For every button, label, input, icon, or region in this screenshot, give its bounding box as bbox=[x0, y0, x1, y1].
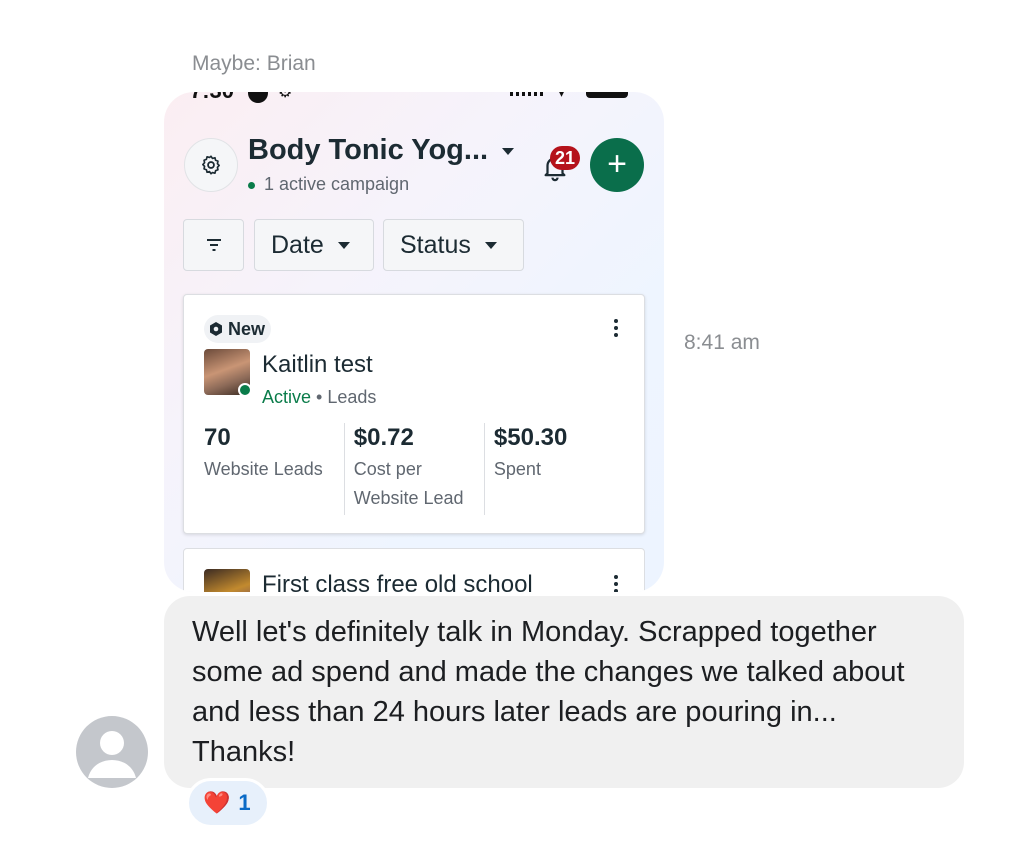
hexagon-icon bbox=[210, 322, 222, 336]
filter-button[interactable] bbox=[183, 219, 244, 271]
active-status-dot bbox=[238, 383, 252, 397]
heart-icon: ❤️ bbox=[203, 790, 231, 815]
recording-dot-icon bbox=[248, 92, 268, 103]
active-campaign-count: 1 active campaign bbox=[264, 174, 410, 194]
new-badge: New bbox=[204, 315, 272, 343]
shared-screenshot[interactable]: 7:30 ⚙ ▾ Body Tonic Yog... 1 active camp… bbox=[164, 92, 664, 592]
active-status-dot bbox=[248, 182, 255, 189]
more-options-icon[interactable] bbox=[614, 319, 618, 340]
campaign-type: Leads bbox=[327, 387, 377, 407]
status-time: 7:30 bbox=[190, 92, 234, 104]
battery-icon bbox=[586, 92, 628, 98]
campaign-status: Active bbox=[262, 387, 312, 407]
metric-cost-per-lead: $0.72 Cost per Website Lead bbox=[343, 423, 484, 515]
page-title[interactable]: Body Tonic Yog... bbox=[248, 134, 488, 167]
avatar[interactable] bbox=[76, 716, 148, 788]
reaction-pill[interactable]: ❤️ 1 bbox=[186, 778, 270, 828]
campaign-name[interactable]: Kaitlin test bbox=[262, 351, 373, 379]
date-filter-label: Date bbox=[271, 230, 324, 259]
campaign-metrics: 70 Website Leads $0.72 Cost per Website … bbox=[204, 423, 624, 515]
settings-button[interactable] bbox=[184, 138, 238, 192]
campaign-meta: Active • Leads bbox=[262, 387, 376, 408]
campaign-card-2[interactable]: First class free old school bbox=[183, 548, 645, 592]
message-text: Well let's definitely talk in Monday. Sc… bbox=[192, 616, 905, 768]
metric-label: Cost per Website Lead bbox=[353, 459, 464, 508]
reaction-count: 1 bbox=[238, 790, 251, 815]
filter-icon bbox=[206, 239, 221, 251]
metric-value: $50.30 bbox=[493, 424, 568, 451]
wifi-icon: ▾ bbox=[558, 92, 566, 100]
status-filter-label: Status bbox=[400, 230, 471, 259]
metric-value: 70 bbox=[204, 424, 231, 451]
meta-separator: • bbox=[316, 387, 323, 407]
status-bar: 7:30 ⚙ ▾ bbox=[164, 92, 664, 104]
caret-down-icon bbox=[337, 241, 350, 249]
message-bubble[interactable]: Well let's definitely talk in Monday. Sc… bbox=[164, 596, 964, 788]
campaign-card[interactable]: New Kaitlin test Active • Leads 70 Websi… bbox=[183, 294, 645, 534]
metric-spent: $50.30 Spent bbox=[483, 423, 624, 515]
sender-name: Maybe: Brian bbox=[192, 52, 316, 75]
notification-badge: 21 bbox=[550, 146, 580, 170]
more-options-icon[interactable] bbox=[614, 575, 618, 592]
caret-down-icon[interactable] bbox=[502, 148, 514, 155]
metric-label: Website Leads bbox=[204, 459, 323, 479]
campaign-name[interactable]: First class free old school bbox=[262, 571, 533, 592]
campaign-thumbnail bbox=[204, 569, 250, 592]
badge-label: New bbox=[228, 318, 266, 339]
gear-icon bbox=[202, 155, 220, 175]
create-button[interactable]: + bbox=[590, 138, 644, 192]
caret-down-icon bbox=[484, 241, 497, 249]
app-icon: ⚙ bbox=[278, 92, 293, 101]
message-timestamp: 8:41 am bbox=[684, 331, 760, 354]
date-filter-dropdown[interactable]: Date bbox=[254, 219, 374, 271]
default-person-icon bbox=[88, 731, 136, 778]
metric-value: $0.72 bbox=[353, 424, 414, 451]
signal-icon bbox=[510, 92, 544, 96]
status-filter-dropdown[interactable]: Status bbox=[383, 219, 524, 271]
metric-label: Spent bbox=[493, 459, 541, 479]
metric-website-leads: 70 Website Leads bbox=[204, 423, 344, 515]
